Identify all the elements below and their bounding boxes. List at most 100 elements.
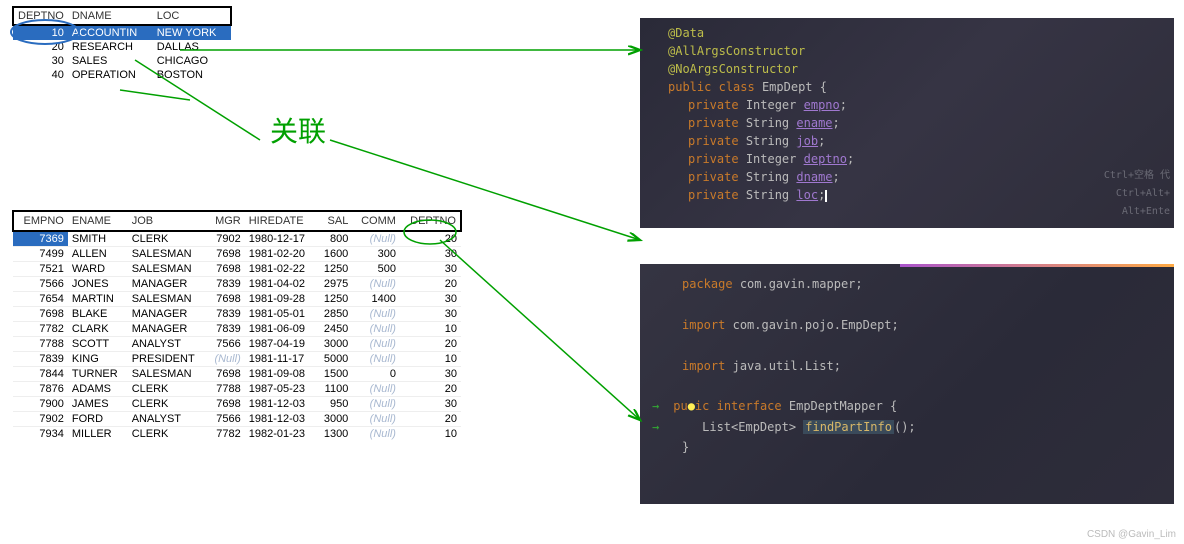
cell: SALESMAN: [128, 367, 207, 382]
cell: 3000: [316, 412, 352, 427]
table-row[interactable]: 20RESEARCHDALLAS: [13, 40, 231, 54]
cell: 7566: [207, 412, 245, 427]
emp-col[interactable]: DEPTNO: [400, 211, 461, 231]
cell: 1100: [316, 382, 352, 397]
code-editor-mapper[interactable]: package com.gavin.mapper; import com.gav…: [640, 264, 1174, 504]
cell: KING: [68, 352, 128, 367]
cell: CLERK: [128, 231, 207, 247]
cell: MANAGER: [128, 322, 207, 337]
cell: CLARK: [68, 322, 128, 337]
emp-col[interactable]: MGR: [207, 211, 245, 231]
cell: OPERATION: [68, 68, 153, 82]
table-row[interactable]: 7698BLAKEMANAGER78391981-05-012850(Null)…: [13, 307, 461, 322]
cell: 7566: [13, 277, 68, 292]
gutter-arrow-icon[interactable]: →: [652, 417, 666, 437]
cell: 7698: [207, 292, 245, 307]
cell: 1981-12-03: [245, 397, 316, 412]
dept-table-header: DEPTNO DNAME LOC: [13, 7, 231, 25]
cell: CLERK: [128, 397, 207, 412]
cell: 1981-09-08: [245, 367, 316, 382]
table-row[interactable]: 30SALESCHICAGO: [13, 54, 231, 68]
annotation: @Data: [668, 26, 704, 40]
cell: 20: [400, 412, 461, 427]
cell: 0: [352, 367, 400, 382]
cell: 500: [352, 262, 400, 277]
cell: 10: [400, 352, 461, 367]
cell: (Null): [352, 412, 400, 427]
cell: 7369: [13, 231, 68, 247]
cell: (Null): [352, 397, 400, 412]
cell: 7839: [207, 277, 245, 292]
cell: SCOTT: [68, 337, 128, 352]
cell: 10: [400, 322, 461, 337]
table-row[interactable]: 7900JAMESCLERK76981981-12-03950(Null)30: [13, 397, 461, 412]
table-row[interactable]: 7654MARTINSALESMAN76981981-09-2812501400…: [13, 292, 461, 307]
emp-col[interactable]: COMM: [352, 211, 400, 231]
dept-col-dname[interactable]: DNAME: [68, 7, 153, 25]
emp-table-header: EMPNOENAMEJOBMGRHIREDATESALCOMMDEPTNO: [13, 211, 461, 231]
table-row[interactable]: 7839KINGPRESIDENT(Null)1981-11-175000(Nu…: [13, 352, 461, 367]
cell: 30: [400, 262, 461, 277]
cell: 10: [13, 25, 68, 40]
cell: 1982-01-23: [245, 427, 316, 442]
gutter-arrow-icon[interactable]: →: [652, 396, 666, 416]
cell: 1250: [316, 262, 352, 277]
cell: JONES: [68, 277, 128, 292]
code-editor-pojo[interactable]: @Data@AllArgsConstructor@NoArgsConstruct…: [640, 18, 1174, 228]
emp-col[interactable]: EMPNO: [13, 211, 68, 231]
cell: CLERK: [128, 427, 207, 442]
cell: (Null): [352, 277, 400, 292]
table-row[interactable]: 7566JONESMANAGER78391981-04-022975(Null)…: [13, 277, 461, 292]
table-row[interactable]: 7934MILLERCLERK77821982-01-231300(Null)1…: [13, 427, 461, 442]
emp-table: EMPNOENAMEJOBMGRHIREDATESALCOMMDEPTNO 73…: [12, 210, 462, 441]
cell: MILLER: [68, 427, 128, 442]
cell: 1300: [316, 427, 352, 442]
table-row[interactable]: 7844TURNERSALESMAN76981981-09-081500030: [13, 367, 461, 382]
cell: 30: [13, 54, 68, 68]
cell: ANALYST: [128, 412, 207, 427]
cell: 30: [400, 292, 461, 307]
cell: JAMES: [68, 397, 128, 412]
cell: 1987-05-23: [245, 382, 316, 397]
cell: 7499: [13, 247, 68, 262]
cell: 1987-04-19: [245, 337, 316, 352]
table-row[interactable]: 7369SMITHCLERK79021980-12-17800(Null)20: [13, 231, 461, 247]
cell: 7698: [207, 397, 245, 412]
table-row[interactable]: 7521WARDSALESMAN76981981-02-22125050030: [13, 262, 461, 277]
cell: TURNER: [68, 367, 128, 382]
emp-col[interactable]: ENAME: [68, 211, 128, 231]
method-name[interactable]: findPartInfo: [803, 420, 894, 434]
table-row[interactable]: 7902FORDANALYST75661981-12-033000(Null)2…: [13, 412, 461, 427]
dept-col-deptno[interactable]: DEPTNO: [13, 7, 68, 25]
table-row[interactable]: 7788SCOTTANALYST75661987-04-193000(Null)…: [13, 337, 461, 352]
cell: 7876: [13, 382, 68, 397]
emp-col[interactable]: HIREDATE: [245, 211, 316, 231]
table-row[interactable]: 10ACCOUNTINNEW YORK: [13, 25, 231, 40]
cell: (Null): [207, 352, 245, 367]
cell: SALESMAN: [128, 262, 207, 277]
table-row[interactable]: 7782CLARKMANAGER78391981-06-092450(Null)…: [13, 322, 461, 337]
table-row[interactable]: 7499ALLENSALESMAN76981981-02-20160030030: [13, 247, 461, 262]
cell: MANAGER: [128, 307, 207, 322]
cell: 300: [352, 247, 400, 262]
cell: 1400: [352, 292, 400, 307]
cell: 7839: [13, 352, 68, 367]
emp-col[interactable]: SAL: [316, 211, 352, 231]
emp-col[interactable]: JOB: [128, 211, 207, 231]
cell: 2450: [316, 322, 352, 337]
dept-col-loc[interactable]: LOC: [153, 7, 231, 25]
cell: RESEARCH: [68, 40, 153, 54]
cell: 5000: [316, 352, 352, 367]
cell: (Null): [352, 231, 400, 247]
cell: 7566: [207, 337, 245, 352]
cell: 7782: [207, 427, 245, 442]
cell: 800: [316, 231, 352, 247]
cell: (Null): [352, 352, 400, 367]
cell: 7698: [207, 247, 245, 262]
cell: 3000: [316, 337, 352, 352]
table-row[interactable]: 40OPERATIONBOSTON: [13, 68, 231, 82]
cell: 30: [400, 397, 461, 412]
table-row[interactable]: 7876ADAMSCLERK77881987-05-231100(Null)20: [13, 382, 461, 397]
cell: SMITH: [68, 231, 128, 247]
cell: 7788: [13, 337, 68, 352]
